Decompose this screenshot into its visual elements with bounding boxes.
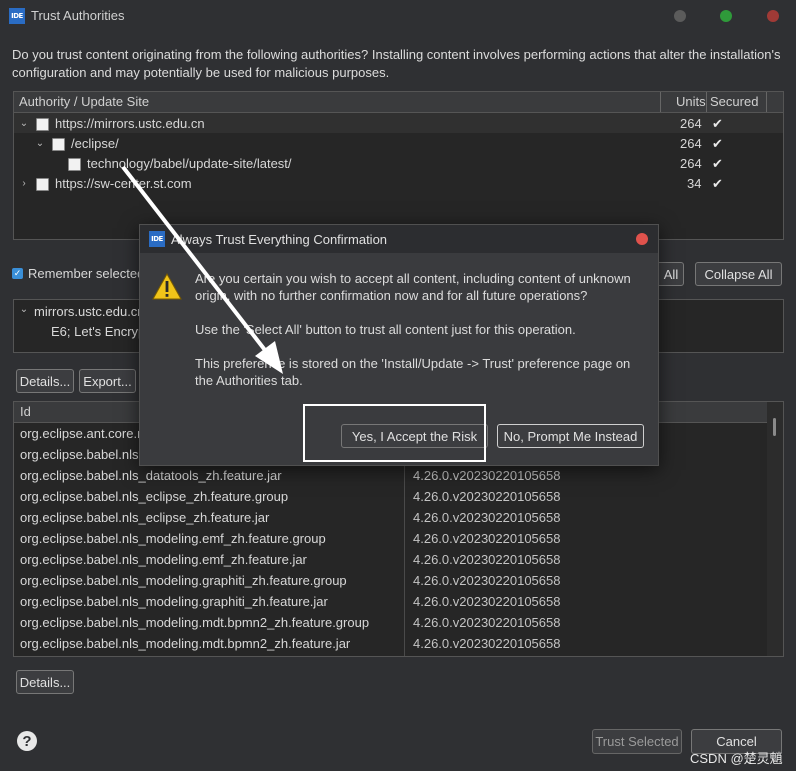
annotation-arrow-icon <box>121 165 283 374</box>
